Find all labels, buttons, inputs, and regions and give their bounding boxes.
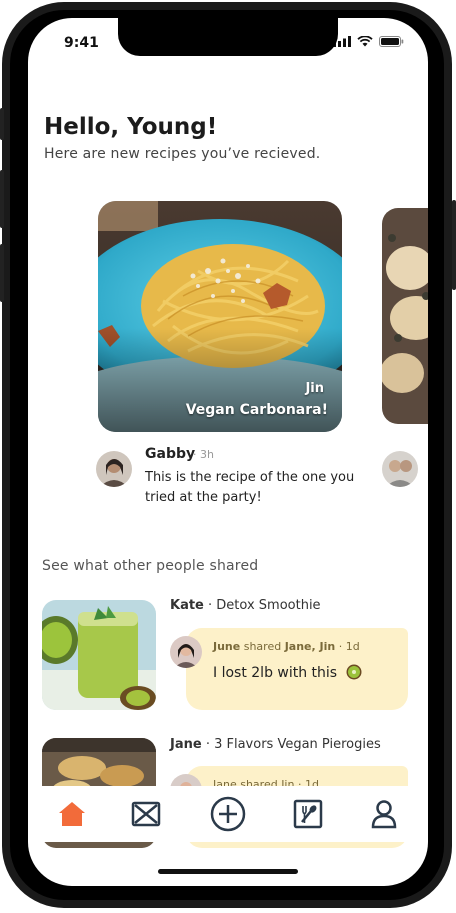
tab-recipes[interactable] <box>288 794 328 834</box>
tab-home[interactable] <box>52 794 92 834</box>
wifi-icon <box>357 36 373 47</box>
status-icons <box>333 36 404 47</box>
home-indicator <box>158 869 298 874</box>
feed-recipe-2: 3 Flavors Vegan Pierogies <box>214 737 381 752</box>
share-meta: June shared Jane, Jin · 1d <box>213 640 360 653</box>
volume-down-button <box>0 244 4 302</box>
recipe-sender: Jin <box>305 381 324 396</box>
app-screen: 9:41 Hello, Young! Here are new recipes … <box>28 18 428 886</box>
message-text: This is the recipe of the one you tried … <box>145 470 355 505</box>
status-time: 9:41 <box>64 35 99 51</box>
avatar-june[interactable] <box>170 636 202 668</box>
battery-icon <box>379 36 404 47</box>
kiwi-icon <box>346 664 362 680</box>
message-author: Gabby <box>145 446 196 462</box>
feed-item-header-2: Jane · 3 Flavors Vegan Pierogies <box>170 737 381 752</box>
avatar-gabby[interactable] <box>96 451 132 487</box>
recipe-title: Vegan Carbonara! <box>185 402 328 418</box>
power-button <box>452 200 456 290</box>
tab-profile[interactable] <box>364 794 404 834</box>
profile-icon <box>371 800 397 829</box>
silent-switch <box>0 108 4 140</box>
inbox-icon <box>131 801 161 827</box>
feed-item-header: Kate · Detox Smoothie <box>170 598 321 613</box>
recipe-book-icon <box>293 799 323 829</box>
home-icon <box>59 802 85 826</box>
gnocchi-photo <box>382 208 428 424</box>
carbonara-photo <box>98 201 342 432</box>
greeting-title: Hello, Young! <box>44 114 218 140</box>
feed-thumb-smoothie[interactable] <box>42 600 156 710</box>
feed-author: Kate <box>170 598 204 613</box>
recipe-card-next[interactable] <box>382 208 428 424</box>
section-title: See what other people shared <box>42 558 259 574</box>
avatar-next[interactable] <box>382 451 418 487</box>
greeting-subtitle: Here are new recipes you’ve recieved. <box>44 146 321 162</box>
feed-recipe: Detox Smoothie <box>216 598 321 613</box>
recipe-card-vegan-carbonara[interactable]: Jin Vegan Carbonara! <box>98 201 342 432</box>
share-comment: I lost 2lb with this <box>213 664 362 681</box>
feed-author-2: Jane <box>170 737 202 752</box>
add-icon <box>210 796 246 832</box>
volume-up-button <box>0 170 4 228</box>
bottom-tab-bar <box>28 786 428 842</box>
tab-inbox[interactable] <box>126 794 166 834</box>
notch <box>118 18 338 56</box>
share-bubble[interactable]: June shared Jane, Jin · 1d I lost 2lb wi… <box>186 628 408 710</box>
tab-add[interactable] <box>208 794 248 834</box>
message-time: · 3h <box>193 448 214 461</box>
